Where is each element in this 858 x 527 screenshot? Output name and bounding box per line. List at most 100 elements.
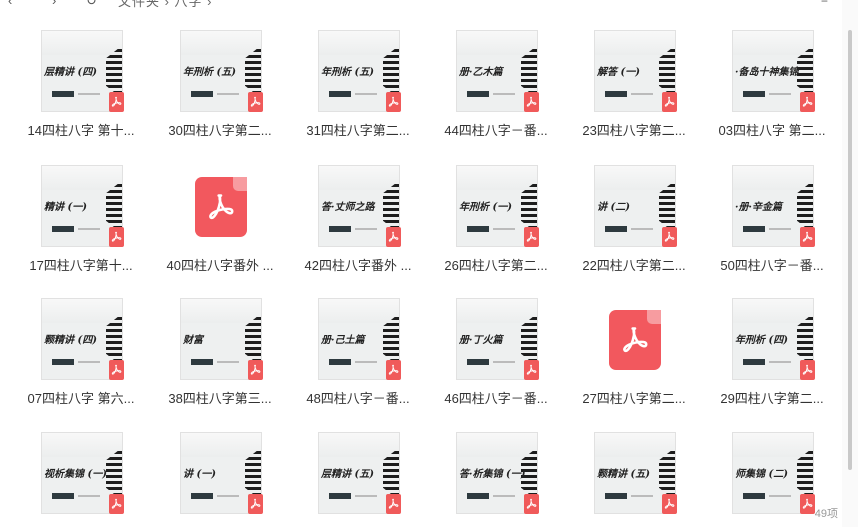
pdf-badge-icon bbox=[248, 494, 263, 514]
bagua-pattern-icon bbox=[797, 49, 813, 95]
thumbnail-title: 册·乙木篇 bbox=[459, 67, 503, 78]
pdf-file-icon bbox=[609, 310, 661, 370]
thumbnail-title: 年刑析 (一) bbox=[459, 202, 512, 213]
file-item[interactable]: 层精讲 (四) 14四柱八字 第十... bbox=[21, 30, 141, 150]
thumbnail-title: 颗精讲 (五) bbox=[597, 469, 650, 480]
bagua-pattern-icon bbox=[106, 317, 122, 363]
pdf-badge-icon bbox=[109, 227, 124, 247]
pdf-badge-icon bbox=[248, 92, 263, 112]
bagua-pattern-icon bbox=[106, 49, 122, 95]
bagua-pattern-icon bbox=[521, 184, 537, 230]
file-item[interactable]: 年刑析 (五) 31四柱八字第二... bbox=[298, 30, 418, 150]
thumbnail-title: 精讲 (一) bbox=[44, 202, 87, 213]
file-name-label: 50四柱八字－番... bbox=[720, 258, 824, 273]
file-item[interactable]: 精讲 (一) 17四柱八字第十... bbox=[21, 165, 141, 285]
thumbnail-title: 年刑析 (五) bbox=[183, 67, 236, 78]
bagua-pattern-icon bbox=[245, 49, 261, 95]
file-item[interactable]: 册·己土篇 48四柱八字－番... bbox=[298, 298, 418, 418]
file-name-label: 44四柱八字－番... bbox=[444, 123, 548, 138]
pdf-badge-icon bbox=[662, 92, 677, 112]
thumbnail-title: 讲 (二) bbox=[597, 202, 630, 213]
bagua-pattern-icon bbox=[659, 451, 675, 497]
file-item[interactable]: 年刑析 (五) 30四柱八字第二... bbox=[160, 30, 280, 150]
pdf-badge-icon bbox=[524, 92, 539, 112]
bagua-pattern-icon bbox=[659, 49, 675, 95]
file-item[interactable]: 年刑析 (一) 26四柱八字第二... bbox=[436, 165, 556, 285]
pdf-badge-icon bbox=[386, 360, 401, 380]
file-item[interactable]: 册·丁火篇 46四柱八字－番... bbox=[436, 298, 556, 418]
thumbnail-title: 层精讲 (五) bbox=[321, 469, 374, 480]
pdf-badge-icon bbox=[800, 92, 815, 112]
bagua-pattern-icon bbox=[106, 184, 122, 230]
bagua-pattern-icon bbox=[797, 184, 813, 230]
file-item[interactable]: 讲 (二) 22四柱八字第二... bbox=[574, 165, 694, 285]
pdf-badge-icon bbox=[386, 227, 401, 247]
thumbnail-title: 视析集锦 (一) bbox=[44, 469, 107, 480]
vertical-scrollbar[interactable] bbox=[842, 0, 858, 527]
thumbnail-title: ·册·辛金篇 bbox=[735, 202, 782, 213]
file-name-label: 31四柱八字第二... bbox=[306, 123, 410, 138]
bagua-pattern-icon bbox=[106, 451, 122, 497]
thumbnail-title: 答·丈师之路 bbox=[321, 202, 375, 213]
file-item[interactable]: 财富 38四柱八字第三... bbox=[160, 298, 280, 418]
thumbnail-title: 册·丁火篇 bbox=[459, 335, 503, 346]
pdf-badge-icon bbox=[662, 227, 677, 247]
bagua-pattern-icon bbox=[797, 317, 813, 363]
file-name-label: 46四柱八字－番... bbox=[444, 391, 548, 406]
file-item[interactable]: 讲 (一) bbox=[160, 432, 280, 527]
file-item[interactable]: 40四柱八字番外 ... bbox=[160, 165, 280, 285]
thumbnail-title: 年刑析 (五) bbox=[321, 67, 374, 78]
thumbnail-title: 答·析集锦 (一) bbox=[459, 469, 526, 480]
pdf-badge-icon bbox=[800, 360, 815, 380]
thumbnail-title: 年刑析 (四) bbox=[735, 335, 788, 346]
pdf-badge-icon bbox=[248, 360, 263, 380]
bagua-pattern-icon bbox=[383, 451, 399, 497]
bagua-pattern-icon bbox=[383, 184, 399, 230]
file-name-label: 07四柱八字 第六... bbox=[27, 391, 135, 406]
file-item[interactable]: 层精讲 (五) bbox=[298, 432, 418, 527]
pdf-badge-icon bbox=[386, 494, 401, 514]
file-item[interactable]: 颗精讲 (五) bbox=[574, 432, 694, 527]
file-name-label: 26四柱八字第二... bbox=[444, 258, 548, 273]
file-item[interactable]: 解答 (一) 23四柱八字第二... bbox=[574, 30, 694, 150]
pdf-badge-icon bbox=[524, 227, 539, 247]
pdf-badge-icon bbox=[800, 494, 815, 514]
thumbnail-title: 层精讲 (四) bbox=[44, 67, 97, 78]
file-item[interactable]: 册·乙木篇 44四柱八字－番... bbox=[436, 30, 556, 150]
pdf-badge-icon bbox=[800, 227, 815, 247]
file-item[interactable]: 年刑析 (四) 29四柱八字第二... bbox=[712, 298, 832, 418]
bagua-pattern-icon bbox=[245, 317, 261, 363]
file-item[interactable]: 视析集锦 (一) bbox=[21, 432, 141, 527]
bagua-pattern-icon bbox=[797, 451, 813, 497]
scrollbar-thumb[interactable] bbox=[848, 30, 852, 470]
pdf-badge-icon bbox=[524, 360, 539, 380]
bagua-pattern-icon bbox=[659, 184, 675, 230]
pdf-badge-icon bbox=[386, 92, 401, 112]
thumbnail-title: 解答 (一) bbox=[597, 67, 640, 78]
bagua-pattern-icon bbox=[383, 317, 399, 363]
file-item[interactable]: 答·析集锦 (一) bbox=[436, 432, 556, 527]
file-name-label: 48四柱八字－番... bbox=[306, 391, 410, 406]
thumbnail-title: 册·己土篇 bbox=[321, 335, 365, 346]
file-name-label: 38四柱八字第三... bbox=[168, 391, 272, 406]
file-name-label: 22四柱八字第二... bbox=[582, 258, 686, 273]
file-name-label: 29四柱八字第二... bbox=[720, 391, 824, 406]
file-name-label: 23四柱八字第二... bbox=[582, 123, 686, 138]
file-item[interactable]: 颗精讲 (四) 07四柱八字 第六... bbox=[21, 298, 141, 418]
pdf-file-icon bbox=[195, 177, 247, 237]
thumbnail-title: 师集锦 (二) bbox=[735, 469, 788, 480]
file-item[interactable]: 27四柱八字第二... bbox=[574, 298, 694, 418]
pdf-badge-icon bbox=[109, 494, 124, 514]
thumbnail-title: 颗精讲 (四) bbox=[44, 335, 97, 346]
item-count: 49项 bbox=[814, 508, 838, 520]
file-name-label: 40四柱八字番外 ... bbox=[166, 258, 274, 273]
pdf-badge-icon bbox=[109, 360, 124, 380]
file-item[interactable]: ·备岛十神集锦 03四柱八字 第二... bbox=[712, 30, 832, 150]
file-item[interactable]: 答·丈师之路 42四柱八字番外 ... bbox=[298, 165, 418, 285]
file-item[interactable]: ·册·辛金篇 50四柱八字－番... bbox=[712, 165, 832, 285]
bagua-pattern-icon bbox=[521, 317, 537, 363]
pdf-badge-icon bbox=[662, 494, 677, 514]
bagua-pattern-icon bbox=[383, 49, 399, 95]
file-name-label: 14四柱八字 第十... bbox=[27, 123, 135, 138]
thumbnail-title: ·备岛十神集锦 bbox=[735, 67, 799, 78]
